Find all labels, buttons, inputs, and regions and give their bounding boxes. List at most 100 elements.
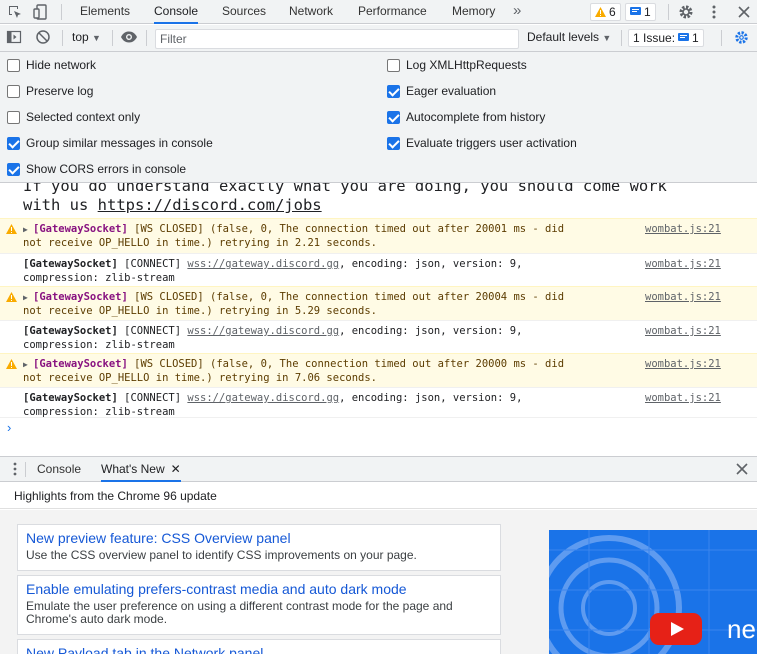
checkbox-checked[interactable] xyxy=(387,84,400,98)
message-tag: [GatewaySocket] xyxy=(23,325,118,337)
messages-badge[interactable]: 1 xyxy=(625,3,656,21)
source-link[interactable]: wombat.js:21 xyxy=(645,258,721,272)
console-message-warning[interactable]: ▶ [GatewaySocket] [WS CLOSED] (false, 0, … xyxy=(0,353,757,387)
close-devtools-icon[interactable] xyxy=(735,3,753,21)
more-tabs-chevron-icon[interactable]: » xyxy=(513,2,531,20)
drawer-menu-kebab-icon[interactable] xyxy=(6,460,24,478)
video-thumbnail[interactable]: ne xyxy=(549,530,757,654)
feature-title-link[interactable]: Enable emulating prefers-contrast media … xyxy=(26,580,492,598)
warnings-count: 6 xyxy=(609,5,616,19)
live-expression-eye-icon[interactable] xyxy=(120,29,138,47)
checkbox-checked[interactable] xyxy=(387,136,400,150)
divider xyxy=(112,30,113,46)
console-prompt-chevron-icon[interactable]: › xyxy=(7,420,11,435)
setting-group-similar[interactable]: Group similar messages in console xyxy=(7,135,213,151)
divider xyxy=(62,30,63,46)
youtube-play-icon[interactable] xyxy=(650,613,702,645)
console-message[interactable]: [GatewaySocket] [CONNECT] wss://gateway.… xyxy=(0,253,757,286)
checkbox[interactable] xyxy=(387,58,400,72)
close-drawer-icon[interactable] xyxy=(734,461,752,479)
close-tab-icon[interactable]: ✕ xyxy=(171,457,181,481)
message-text: [GatewaySocket] [CONNECT] wss://gateway.… xyxy=(23,392,623,419)
tab-performance[interactable]: Performance xyxy=(358,0,427,24)
source-link[interactable]: wombat.js:21 xyxy=(645,223,721,237)
message-line: not receive OP_HELLO in time.) retrying … xyxy=(23,304,378,317)
console-text: with us xyxy=(23,196,98,214)
setting-autocomplete-history[interactable]: Autocomplete from history xyxy=(387,109,545,125)
setting-label: Group similar messages in console xyxy=(26,136,213,150)
checkbox[interactable] xyxy=(7,84,20,98)
context-value: top xyxy=(72,30,89,44)
expand-triangle-icon[interactable]: ▶ xyxy=(23,358,33,372)
gateway-url-link[interactable]: wss://gateway.discord.gg xyxy=(187,258,339,270)
drawer-tab-console[interactable]: Console xyxy=(37,457,81,482)
console-message[interactable]: [GatewaySocket] [CONNECT] wss://gateway.… xyxy=(0,387,757,418)
warning-icon xyxy=(6,359,17,369)
clear-console-icon[interactable] xyxy=(35,29,53,47)
tab-sources[interactable]: Sources xyxy=(222,0,266,24)
tab-memory[interactable]: Memory xyxy=(452,0,495,24)
source-link[interactable]: wombat.js:21 xyxy=(645,358,721,372)
expand-triangle-icon[interactable]: ▶ xyxy=(23,223,33,237)
tab-network[interactable]: Network xyxy=(289,0,333,24)
console-settings-gear-icon[interactable] xyxy=(733,29,751,47)
setting-log-xhr[interactable]: Log XMLHttpRequests xyxy=(387,57,527,73)
whats-new-content[interactable]: New preview feature: CSS Overview panel … xyxy=(0,510,757,654)
issues-button[interactable]: 1 Issue: 1 xyxy=(628,29,704,47)
setting-eager-evaluation[interactable]: Eager evaluation xyxy=(387,83,496,99)
warnings-badge[interactable]: 6 xyxy=(590,3,621,21)
console-output[interactable]: If you do understand exactly what you ar… xyxy=(0,183,757,455)
feature-title-link[interactable]: New Payload tab in the Network panel xyxy=(26,644,492,654)
checkbox-checked[interactable] xyxy=(7,136,20,150)
drawer-tabbar: Console What's New ✕ xyxy=(0,456,757,482)
message-text: ▶ [GatewaySocket] [WS CLOSED] (false, 0, … xyxy=(23,358,623,385)
gateway-url-link[interactable]: wss://gateway.discord.gg xyxy=(187,392,339,404)
message-text: ▶ [GatewaySocket] [WS CLOSED] (false, 0, … xyxy=(23,291,623,318)
setting-evaluate-triggers[interactable]: Evaluate triggers user activation xyxy=(387,135,577,151)
feature-description: Emulate the user preference on using a d… xyxy=(26,599,453,626)
console-message[interactable]: [GatewaySocket] [CONNECT] wss://gateway.… xyxy=(0,320,757,353)
device-toolbar-icon[interactable] xyxy=(32,3,50,21)
checkbox-checked[interactable] xyxy=(387,110,400,124)
messages-count: 1 xyxy=(644,5,651,19)
context-selector[interactable]: top ▼ xyxy=(72,30,101,44)
tab-elements[interactable]: Elements xyxy=(80,0,130,24)
tab-console[interactable]: Console xyxy=(154,0,199,24)
source-link[interactable]: wombat.js:21 xyxy=(645,325,721,339)
kebab-menu-icon[interactable] xyxy=(705,3,723,21)
setting-show-cors-errors[interactable]: Show CORS errors in console xyxy=(7,161,186,177)
setting-label: Evaluate triggers user activation xyxy=(406,136,577,150)
issues-label: 1 Issue: xyxy=(633,31,676,45)
expand-triangle-icon[interactable]: ▶ xyxy=(23,291,33,305)
setting-label: Log XMLHttpRequests xyxy=(406,58,527,72)
feature-title-link[interactable]: New preview feature: CSS Overview panel xyxy=(26,529,492,547)
feature-card[interactable]: New preview feature: CSS Overview panel … xyxy=(17,524,501,571)
checkbox-checked[interactable] xyxy=(7,162,20,176)
gateway-url-link[interactable]: wss://gateway.discord.gg xyxy=(187,325,339,337)
setting-hide-network[interactable]: Hide network xyxy=(7,57,96,73)
checkbox[interactable] xyxy=(7,58,20,72)
inspect-element-icon[interactable] xyxy=(6,3,24,21)
source-link[interactable]: wombat.js:21 xyxy=(645,392,721,406)
source-link[interactable]: wombat.js:21 xyxy=(645,291,721,305)
message-tag: [GatewaySocket] xyxy=(23,392,118,404)
console-message-warning[interactable]: ▶ [GatewaySocket] [WS CLOSED] (false, 0, … xyxy=(0,218,757,253)
drawer-tab-whats-new[interactable]: What's New ✕ xyxy=(101,457,181,482)
message-text-part: [CONNECT] xyxy=(117,325,188,337)
divider xyxy=(146,30,147,46)
feature-card[interactable]: Enable emulating prefers-contrast media … xyxy=(17,575,501,635)
jobs-link[interactable]: https://discord.com/jobs xyxy=(98,196,322,214)
filter-input[interactable]: Filter xyxy=(155,29,519,49)
issue-message-icon xyxy=(678,33,690,41)
message-text: [GatewaySocket] [CONNECT] wss://gateway.… xyxy=(23,258,623,285)
log-levels-dropdown[interactable]: Default levels ▼ xyxy=(527,30,611,44)
setting-preserve-log[interactable]: Preserve log xyxy=(7,83,93,99)
settings-gear-icon[interactable] xyxy=(677,3,695,21)
setting-selected-context-only[interactable]: Selected context only xyxy=(7,109,140,125)
console-message-warning[interactable]: ▶ [GatewaySocket] [WS CLOSED] (false, 0, … xyxy=(0,286,757,320)
show-sidebar-icon[interactable] xyxy=(6,29,24,47)
feature-card[interactable]: New Payload tab in the Network panel xyxy=(17,639,501,654)
checkbox[interactable] xyxy=(7,110,20,124)
setting-label: Eager evaluation xyxy=(406,84,497,98)
feature-description: Use the CSS overview panel to identify C… xyxy=(26,548,417,562)
